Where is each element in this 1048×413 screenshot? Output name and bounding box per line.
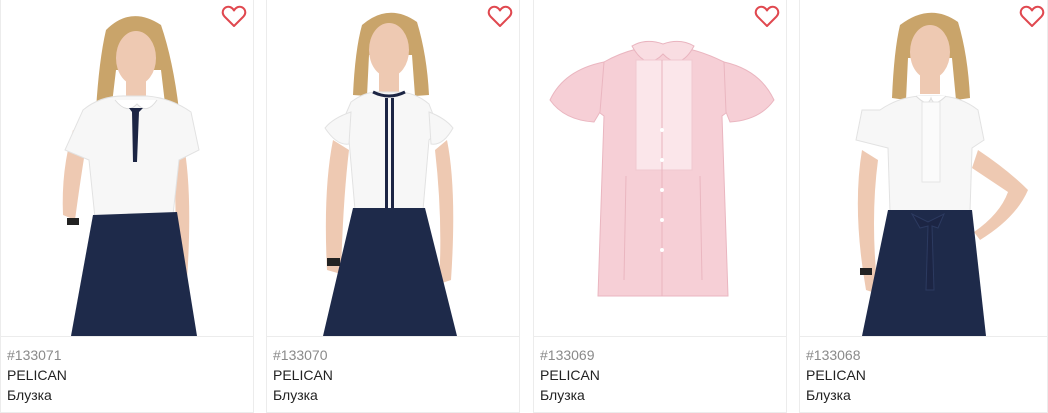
product-card[interactable]: #133069 PELICAN Блузка bbox=[533, 0, 787, 413]
card-divider bbox=[1, 336, 253, 337]
product-info: #133070 PELICAN Блузка bbox=[273, 345, 513, 405]
favorite-button[interactable] bbox=[221, 5, 249, 31]
product-name[interactable]: Блузка bbox=[7, 385, 247, 405]
product-image[interactable] bbox=[800, 0, 1047, 336]
product-brand[interactable]: PELICAN bbox=[7, 365, 247, 385]
product-name[interactable]: Блузка bbox=[806, 385, 1041, 405]
girl-white-blouse-navy-trim bbox=[323, 12, 457, 336]
product-info: #133068 PELICAN Блузка bbox=[806, 345, 1041, 405]
card-divider bbox=[267, 336, 519, 337]
girl-white-blouse-bow-tie bbox=[62, 16, 200, 336]
product-brand[interactable]: PELICAN bbox=[273, 365, 513, 385]
product-sku: #133070 bbox=[273, 347, 328, 363]
heart-outline-icon bbox=[754, 5, 780, 27]
pink-blouse-flat bbox=[549, 40, 775, 297]
product-name[interactable]: Блузка bbox=[540, 385, 780, 405]
product-name[interactable]: Блузка bbox=[273, 385, 513, 405]
product-sku: #133069 bbox=[540, 347, 595, 363]
product-sku: #133071 bbox=[7, 347, 62, 363]
product-card[interactable]: #133070 PELICAN Блузка bbox=[266, 0, 520, 413]
product-sku: #133068 bbox=[806, 347, 861, 363]
product-brand[interactable]: PELICAN bbox=[540, 365, 780, 385]
product-brand[interactable]: PELICAN bbox=[806, 365, 1041, 385]
product-image[interactable] bbox=[267, 0, 519, 336]
favorite-button[interactable] bbox=[487, 5, 515, 31]
girl-white-blouse-ruffle bbox=[855, 12, 1028, 336]
heart-outline-icon bbox=[487, 5, 513, 27]
product-image[interactable] bbox=[534, 0, 786, 336]
product-grid: #133071 PELICAN Блузка #133070 PELICAN Б… bbox=[0, 0, 1048, 413]
favorite-button[interactable] bbox=[1019, 5, 1047, 31]
product-card[interactable]: #133068 PELICAN Блузка bbox=[799, 0, 1048, 413]
product-info: #133069 PELICAN Блузка bbox=[540, 345, 780, 405]
product-card[interactable]: #133071 PELICAN Блузка bbox=[0, 0, 254, 413]
card-divider bbox=[534, 336, 786, 337]
product-info: #133071 PELICAN Блузка bbox=[7, 345, 247, 405]
favorite-button[interactable] bbox=[754, 5, 782, 31]
heart-outline-icon bbox=[221, 5, 247, 27]
heart-outline-icon bbox=[1019, 5, 1045, 27]
card-divider bbox=[800, 336, 1047, 337]
product-image[interactable] bbox=[1, 0, 253, 336]
